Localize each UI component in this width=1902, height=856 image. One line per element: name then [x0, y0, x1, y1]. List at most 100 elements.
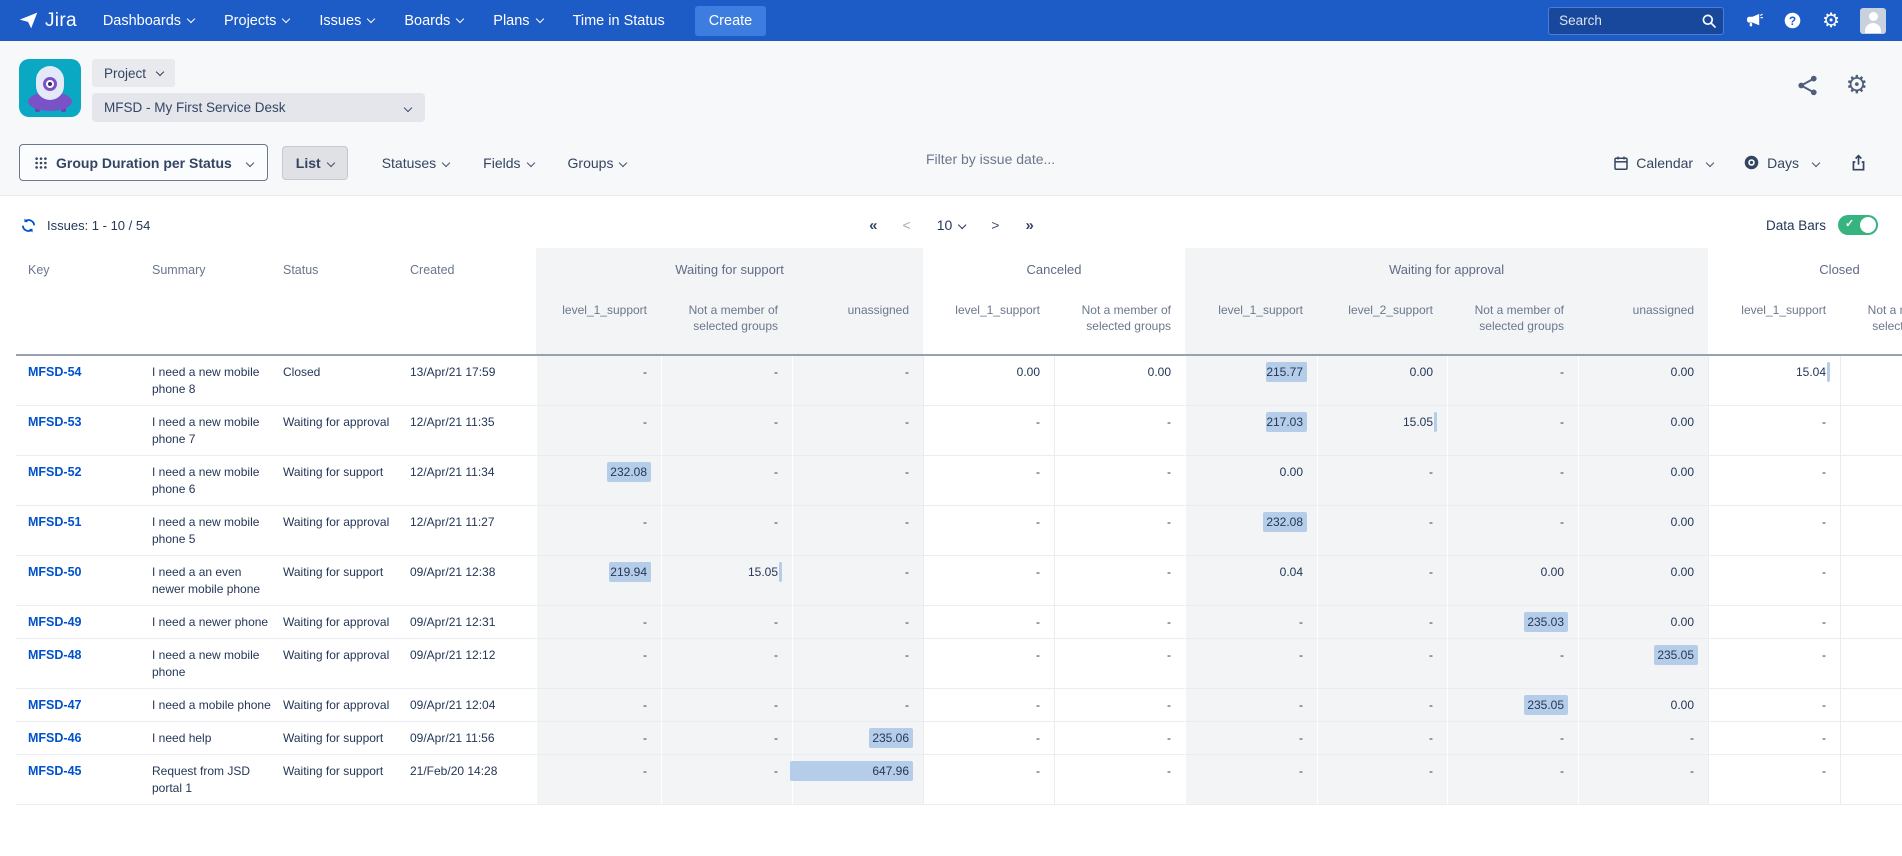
issue-key-link[interactable]: MFSD-49 — [28, 615, 81, 629]
issue-key-link[interactable]: MFSD-47 — [28, 698, 81, 712]
report-type-button[interactable]: Group Duration per Status — [19, 144, 268, 181]
subcolumn-header-not-a-member-of-selected-groups[interactable]: Not a member of selected groups — [1447, 292, 1578, 356]
subcolumn-header-level-1-support[interactable]: level_1_support — [1185, 292, 1317, 356]
settings-icon[interactable]: ⚙ — [1822, 11, 1840, 31]
duration-value: - — [1429, 515, 1433, 529]
cell-created: 09/Apr/21 12:38 — [398, 556, 536, 606]
column-header-key[interactable]: Key — [16, 248, 140, 356]
issue-key-link[interactable]: MFSD-51 — [28, 515, 81, 529]
duration-value: - — [905, 365, 909, 379]
duration-value: - — [1036, 565, 1040, 579]
subcolumn-header-not-a-member-of-selected-groups[interactable]: Not a member of selected groups — [1840, 292, 1902, 356]
duration-value: 0.00 — [1671, 415, 1694, 429]
subcolumn-header-level-1-support[interactable]: level_1_support — [923, 292, 1054, 356]
column-header-summary[interactable]: Summary — [140, 248, 271, 356]
nav-item-projects[interactable]: Projects — [224, 13, 289, 29]
fields-button[interactable]: Fields — [483, 155, 533, 171]
cell-duration: - — [1447, 755, 1578, 805]
page-prev-button[interactable]: < — [903, 217, 911, 233]
duration-value: 0.00 — [1671, 565, 1694, 579]
statuses-label: Statuses — [382, 155, 436, 171]
page-size-select[interactable]: 10 — [937, 217, 966, 233]
data-bars-toggle[interactable] — [1838, 215, 1878, 235]
cell-duration: - — [1708, 722, 1840, 755]
export-icon[interactable] — [1849, 153, 1868, 172]
duration-value: - — [1167, 615, 1171, 629]
cell-duration: 0.00 — [923, 356, 1054, 406]
duration-value: 0.00 — [1671, 465, 1694, 479]
page-next-button[interactable]: > — [991, 217, 999, 233]
duration-value: - — [1036, 698, 1040, 712]
subcolumn-header-level-1-support[interactable]: level_1_support — [536, 292, 661, 356]
issue-key-link[interactable]: MFSD-48 — [28, 648, 81, 662]
refresh-icon[interactable] — [20, 217, 37, 234]
column-header-created[interactable]: Created — [398, 248, 536, 356]
duration-value: - — [1299, 731, 1303, 745]
list-view-button[interactable]: List — [282, 146, 348, 180]
cell-duration: - — [1447, 456, 1578, 506]
subcolumn-header-unassigned[interactable]: unassigned — [1578, 292, 1708, 356]
jira-logo[interactable]: Jira — [18, 10, 77, 32]
search-icon[interactable] — [1701, 13, 1717, 29]
cell-key: MFSD-54 — [16, 356, 140, 406]
page-last-button[interactable]: » — [1025, 217, 1032, 234]
nav-item-dashboards[interactable]: Dashboards — [103, 13, 194, 29]
cell-key: MFSD-49 — [16, 606, 140, 639]
duration-value: - — [1560, 764, 1564, 778]
search-input[interactable] — [1548, 7, 1724, 35]
subcolumn-header-not-a-member-of-selected-groups[interactable]: Not a member of selected groups — [661, 292, 792, 356]
nav-item-issues[interactable]: Issues — [319, 13, 374, 29]
user-avatar[interactable] — [1860, 8, 1886, 34]
subcolumn-header-level-1-support[interactable]: level_1_support — [1708, 292, 1840, 356]
cell-key: MFSD-45 — [16, 755, 140, 805]
issue-key-link[interactable]: MFSD-54 — [28, 365, 81, 379]
project-select[interactable]: MFSD - My First Service Desk — [92, 93, 425, 122]
cell-duration: - — [661, 506, 792, 556]
subcolumn-header-level-2-support[interactable]: level_2_support — [1317, 292, 1447, 356]
cell-duration: - — [1054, 506, 1185, 556]
duration-value: - — [1036, 764, 1040, 778]
cell-key: MFSD-48 — [16, 639, 140, 689]
statuses-button[interactable]: Statuses — [382, 155, 449, 171]
page-first-button[interactable]: « — [869, 217, 876, 234]
issue-date-filter-input[interactable] — [926, 151, 1176, 167]
duration-value: - — [1299, 698, 1303, 712]
chevron-down-icon — [246, 158, 254, 166]
issue-key-link[interactable]: MFSD-52 — [28, 465, 81, 479]
cell-duration: - — [1447, 506, 1578, 556]
duration-value: - — [643, 731, 647, 745]
duration-value: 0.00 — [1671, 698, 1694, 712]
nav-item-plans[interactable]: Plans — [493, 13, 542, 29]
subcolumn-header-unassigned[interactable]: unassigned — [792, 292, 923, 356]
chevron-down-icon — [535, 15, 543, 23]
calendar-button[interactable]: Calendar — [1613, 155, 1713, 171]
duration-value: - — [1036, 731, 1040, 745]
duration-value: 0.00 — [1410, 365, 1433, 379]
project-scope-button[interactable]: Project — [92, 59, 175, 87]
create-button[interactable]: Create — [695, 6, 767, 36]
cell-created: 21/Feb/20 14:28 — [398, 755, 536, 805]
issue-key-link[interactable]: MFSD-50 — [28, 565, 81, 579]
cell-key: MFSD-47 — [16, 689, 140, 722]
subcolumn-header-not-a-member-of-selected-groups[interactable]: Not a member of selected groups — [1054, 292, 1185, 356]
share-icon[interactable] — [1795, 73, 1820, 98]
chevron-down-icon — [456, 15, 464, 23]
issue-key-link[interactable]: MFSD-53 — [28, 415, 81, 429]
announcements-icon[interactable] — [1744, 11, 1763, 30]
duration-value: 15.05 — [748, 565, 778, 579]
duration-value: - — [1167, 465, 1171, 479]
column-header-status[interactable]: Status — [271, 248, 398, 356]
cell-duration: - — [661, 606, 792, 639]
duration-value: - — [643, 615, 647, 629]
cell-summary: I need a mobile phone — [140, 689, 271, 722]
help-icon[interactable]: ? — [1783, 11, 1802, 30]
cell-duration: 235.03 — [1447, 606, 1578, 639]
report-settings-icon[interactable]: ⚙ — [1846, 73, 1868, 98]
groups-button[interactable]: Groups — [568, 155, 627, 171]
nav-item-boards[interactable]: Boards — [404, 13, 463, 29]
nav-item-time-in-status[interactable]: Time in Status — [573, 13, 665, 29]
time-unit-button[interactable]: Days — [1743, 154, 1819, 171]
cell-duration: - — [1317, 606, 1447, 639]
issue-key-link[interactable]: MFSD-45 — [28, 764, 81, 778]
issue-key-link[interactable]: MFSD-46 — [28, 731, 81, 745]
